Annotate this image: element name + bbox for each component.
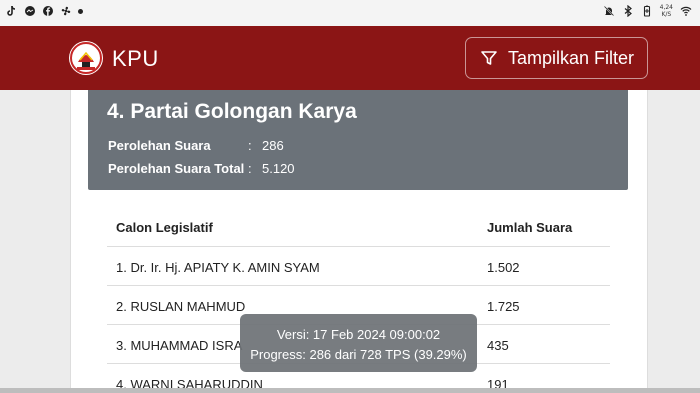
brand-title[interactable]: KPU xyxy=(112,46,159,72)
table-row: 1. Dr. Ir. Hj. APIATY K. AMIN SYAM 1.502 xyxy=(107,247,610,286)
show-filter-button[interactable]: Tampilkan Filter xyxy=(465,37,648,79)
wifi-icon xyxy=(680,6,692,16)
bluetooth-icon xyxy=(624,5,632,17)
candidate-votes: 1.725 xyxy=(487,299,520,314)
fan-icon xyxy=(61,6,71,16)
tiktok-icon xyxy=(7,5,16,16)
party-title: 4. Partai Golongan Karya xyxy=(107,100,357,123)
kpu-logo-icon[interactable] xyxy=(68,40,104,76)
candidate-votes: 435 xyxy=(487,338,509,353)
perolehan-suara-row: Perolehan Suara : 286 xyxy=(108,138,284,153)
version-text: Versi: 17 Feb 2024 09:00:02 xyxy=(276,327,441,342)
separator: : xyxy=(248,161,252,176)
messenger-icon xyxy=(25,6,35,16)
table-header: Calon Legislatif Jumlah Suara xyxy=(107,205,610,247)
mute-bell-icon xyxy=(603,5,614,17)
battery-saver-icon xyxy=(643,5,650,17)
show-filter-label: Tampilkan Filter xyxy=(508,47,635,68)
perolehan-suara-label: Perolehan Suara xyxy=(108,138,211,153)
filter-icon xyxy=(481,51,497,65)
facebook-icon xyxy=(43,6,53,17)
bottom-scroll-edge xyxy=(0,388,700,393)
candidate-name: 3. MUHAMMAD ISRA xyxy=(116,338,243,353)
column-header-votes: Jumlah Suara xyxy=(487,220,573,235)
candidate-votes: 1.502 xyxy=(487,260,520,275)
column-header-candidate: Calon Legislatif xyxy=(116,220,213,235)
perolehan-suara-total-value: 5.120 xyxy=(262,161,295,176)
status-bar: 4,24 K/S xyxy=(0,0,700,26)
candidate-name: 1. Dr. Ir. Hj. APIATY K. AMIN SYAM xyxy=(116,260,320,275)
separator: : xyxy=(248,138,252,153)
perolehan-suara-value: 286 xyxy=(262,138,284,153)
perolehan-suara-total-row: Perolehan Suara Total : 5.120 xyxy=(108,161,295,176)
status-bar-left xyxy=(6,5,83,17)
version-progress-tooltip: Versi: 17 Feb 2024 09:00:02 Progress: 28… xyxy=(240,314,477,372)
status-bar-right: 4,24 K/S xyxy=(603,4,692,18)
party-summary: 4. Partai Golongan Karya Perolehan Suara… xyxy=(88,90,628,190)
candidate-name: 2. RUSLAN MAHMUD xyxy=(116,299,246,314)
network-speed: 4,24 K/S xyxy=(660,4,673,18)
perolehan-suara-total-label: Perolehan Suara Total xyxy=(108,161,245,176)
progress-text: Progress: 286 dari 728 TPS (39.29%) xyxy=(250,347,467,362)
network-speed-value: 4,24 xyxy=(659,4,673,11)
app-header: KPU Tampilkan Filter xyxy=(0,26,700,90)
network-speed-unit: K/S xyxy=(661,11,672,18)
notification-dot xyxy=(78,8,83,14)
